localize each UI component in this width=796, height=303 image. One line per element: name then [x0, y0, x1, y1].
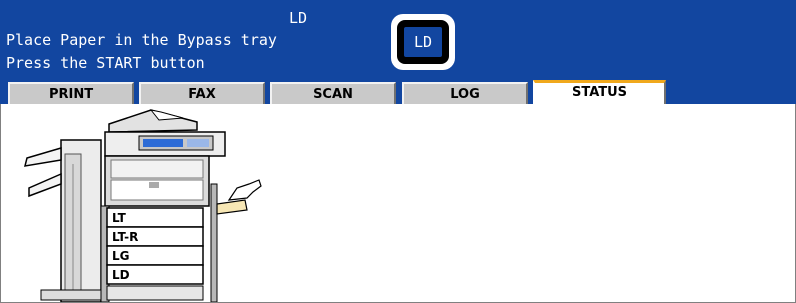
- bypass-tray: [216, 179, 262, 215]
- status-content: LT LT-R LG LD: [0, 104, 796, 303]
- bypass-size-label: LD: [404, 27, 442, 57]
- drawer-3-size: LG: [112, 249, 130, 263]
- drawer-1-size: LT: [112, 211, 127, 225]
- tab-bar: PRINT FAX SCAN LOG STATUS: [0, 80, 796, 104]
- tab-print[interactable]: PRINT: [8, 82, 134, 104]
- copier-illustration: LT LT-R LG LD: [23, 109, 262, 302]
- message-line-2: Press the START button: [6, 54, 205, 72]
- drawer-2-size: LT-R: [112, 230, 138, 244]
- paper-drawers: LT LT-R LG LD: [106, 207, 204, 301]
- bypass-size-indicator: LD: [391, 14, 455, 70]
- tab-status[interactable]: STATUS: [533, 80, 666, 104]
- drawer-4-size: LD: [112, 268, 130, 282]
- message-area: LD Place Paper in the Bypass tray Press …: [0, 0, 796, 80]
- finisher-unit: [23, 139, 102, 302]
- tab-scan[interactable]: SCAN: [270, 82, 396, 104]
- document-feeder: [104, 109, 226, 157]
- tab-log[interactable]: LOG: [402, 82, 528, 104]
- copier-status-panel: LD Place Paper in the Bypass tray Press …: [0, 0, 796, 303]
- message-line-1: Place Paper in the Bypass tray: [6, 31, 277, 49]
- top-paper-size: LD: [289, 9, 308, 27]
- tab-fax[interactable]: FAX: [139, 82, 265, 104]
